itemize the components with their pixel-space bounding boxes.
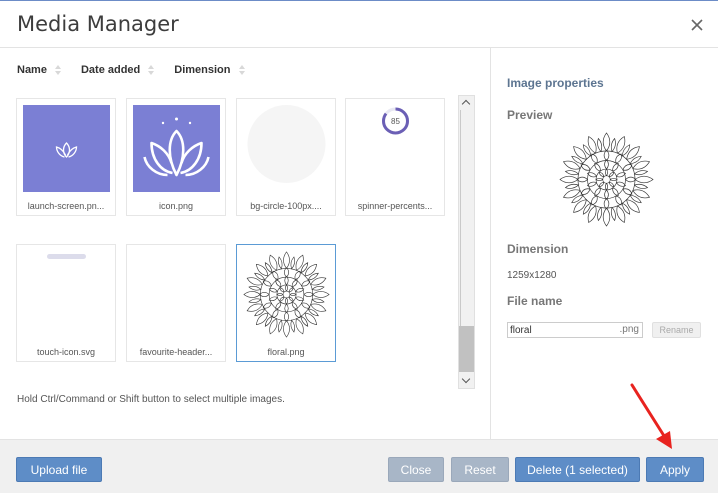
close-icon[interactable] bbox=[689, 17, 705, 33]
blank-thumbnail bbox=[133, 251, 220, 338]
media-tile-caption: launch-screen.pn... bbox=[27, 201, 105, 211]
media-grid-scrollbar[interactable] bbox=[458, 95, 475, 389]
rename-button[interactable]: Rename bbox=[652, 322, 701, 338]
media-tile-caption: favourite-header... bbox=[139, 347, 213, 357]
media-tile[interactable]: bg-circle-100px.... bbox=[236, 98, 336, 216]
media-tile-caption: floral.png bbox=[267, 347, 305, 357]
lotus-icon bbox=[23, 105, 110, 192]
lotus-icon bbox=[133, 105, 220, 192]
mandala-image bbox=[559, 132, 654, 227]
sort-label: Dimension bbox=[174, 64, 231, 76]
media-tile[interactable]: favourite-header... bbox=[126, 244, 226, 362]
sort-arrows-icon bbox=[238, 64, 246, 76]
sort-by-name[interactable]: Name bbox=[17, 64, 62, 76]
scrollbar-thumb[interactable] bbox=[459, 326, 474, 372]
sort-arrows-icon bbox=[147, 64, 155, 76]
preview-label: Preview bbox=[507, 108, 553, 122]
scroll-up-icon[interactable] bbox=[459, 96, 474, 110]
dialog-title: Media Manager bbox=[17, 12, 179, 36]
sort-by-date-added[interactable]: Date added bbox=[81, 64, 155, 76]
image-properties-panel: Image properties Preview Dimension 1259x… bbox=[490, 48, 718, 439]
pill-thumbnail bbox=[47, 254, 86, 259]
dialog-header: Media Manager bbox=[0, 1, 718, 48]
close-button[interactable]: Close bbox=[388, 457, 444, 482]
media-manager-dialog: Media Manager Name Date added Dimension bbox=[0, 0, 718, 493]
sort-arrows-icon bbox=[54, 64, 62, 76]
media-tile[interactable]: touch-icon.svg bbox=[16, 244, 116, 362]
media-tile-caption: touch-icon.svg bbox=[36, 347, 96, 357]
circle-thumbnail bbox=[247, 105, 326, 183]
spinner-value: 85 bbox=[391, 117, 400, 126]
filename-input[interactable] bbox=[510, 324, 618, 336]
media-tile-selected[interactable]: floral.png bbox=[236, 244, 336, 362]
scroll-down-icon[interactable] bbox=[459, 374, 474, 388]
mandala-image bbox=[243, 251, 330, 338]
dimension-value: 1259x1280 bbox=[507, 270, 557, 281]
media-tile-caption: spinner-percents... bbox=[357, 201, 433, 211]
filename-field[interactable]: .png bbox=[507, 322, 643, 338]
multi-select-hint: Hold Ctrl/Command or Shift button to sel… bbox=[17, 394, 285, 405]
upload-file-button[interactable]: Upload file bbox=[16, 457, 102, 482]
reset-button[interactable]: Reset bbox=[451, 457, 509, 482]
media-tile[interactable]: icon.png bbox=[126, 98, 226, 216]
dimension-label: Dimension bbox=[507, 242, 569, 256]
media-tile-caption: icon.png bbox=[158, 201, 194, 211]
media-tile-caption: bg-circle-100px.... bbox=[250, 201, 322, 211]
properties-title: Image properties bbox=[507, 76, 604, 90]
media-grid: launch-screen.pn... icon.png bg-circle-1… bbox=[16, 98, 456, 390]
apply-button[interactable]: Apply bbox=[646, 457, 704, 482]
delete-button[interactable]: Delete (1 selected) bbox=[515, 457, 640, 482]
media-tile[interactable]: 85 spinner-percents... bbox=[345, 98, 445, 216]
sort-bar: Name Date added Dimension bbox=[17, 64, 265, 76]
filename-extension: .png bbox=[619, 324, 639, 335]
sort-label: Name bbox=[17, 64, 47, 76]
sort-label: Date added bbox=[80, 64, 141, 76]
dialog-footer: Upload file Close Reset Delete (1 select… bbox=[0, 439, 718, 493]
spinner-thumbnail: 85 bbox=[382, 107, 409, 135]
filename-label: File name bbox=[507, 294, 563, 308]
media-tile[interactable]: launch-screen.pn... bbox=[16, 98, 116, 216]
media-browser: Name Date added Dimension launch-screen.… bbox=[0, 48, 490, 439]
sort-by-dimension[interactable]: Dimension bbox=[174, 64, 245, 76]
